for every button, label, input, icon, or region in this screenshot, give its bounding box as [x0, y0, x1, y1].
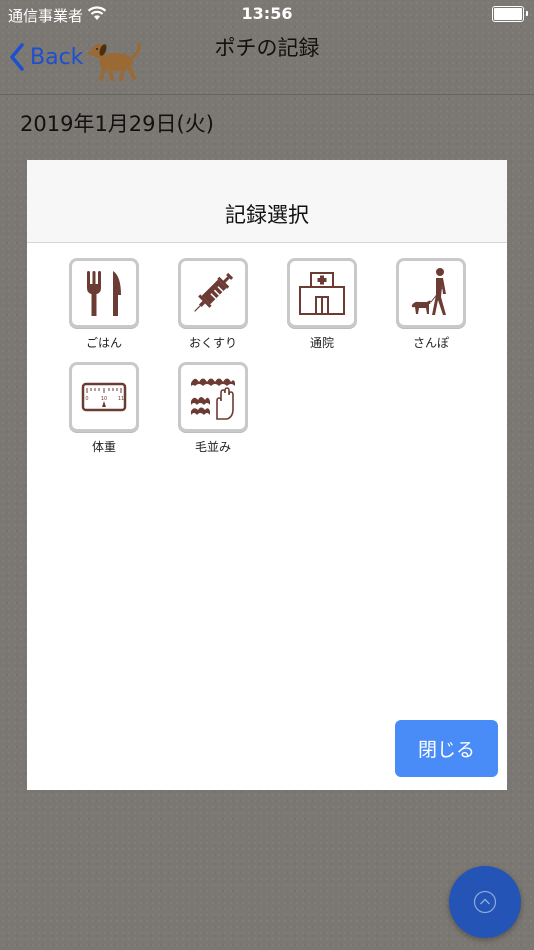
navigation-bar: Back ポチの記録 — [0, 30, 534, 95]
svg-text:11: 11 — [118, 396, 124, 402]
record-item-label: 通院 — [309, 336, 334, 350]
hospital-icon — [299, 272, 345, 315]
dog-walk-icon — [411, 268, 446, 315]
status-bar: 通信事業者 13:56 — [0, 0, 534, 30]
record-item-fur[interactable]: 毛並み — [175, 362, 251, 455]
record-item-label: おくすり — [188, 336, 237, 350]
record-select-dialog: 記録選択 ごはん おくすり 通院 さんぽ 0 10 11 体重 毛並み 閉じる — [27, 160, 507, 790]
record-item-walk[interactable]: さんぽ — [393, 258, 469, 351]
record-date: 2019年1月29日(火) — [20, 112, 214, 136]
dialog-title: 記録選択 — [225, 203, 309, 227]
syringe-icon — [194, 272, 234, 312]
record-item-label: 体重 — [91, 440, 116, 454]
chevron-up-circle-icon — [473, 890, 497, 914]
record-item-label: ごはん — [85, 336, 122, 350]
svg-text:0: 0 — [85, 396, 88, 402]
record-item-label: 毛並み — [194, 440, 231, 454]
scale-icon: 0 10 11 — [81, 382, 127, 412]
dialog-header: 記録選択 — [27, 160, 507, 243]
close-button[interactable]: 閉じる — [395, 720, 498, 777]
status-time: 13:56 — [241, 4, 293, 23]
battery-icon — [492, 6, 528, 22]
scroll-top-button[interactable] — [449, 866, 521, 938]
record-item-weight[interactable]: 0 10 11 体重 — [66, 362, 142, 455]
record-item-hospital[interactable]: 通院 — [284, 258, 360, 351]
record-item-label: さんぽ — [412, 336, 449, 350]
fur-brush-icon — [191, 378, 235, 420]
page-title: ポチの記録 — [214, 36, 320, 60]
record-item-medicine[interactable]: おくすり — [175, 258, 251, 351]
fork-knife-icon — [87, 271, 121, 316]
record-item-meal[interactable]: ごはん — [66, 258, 142, 351]
